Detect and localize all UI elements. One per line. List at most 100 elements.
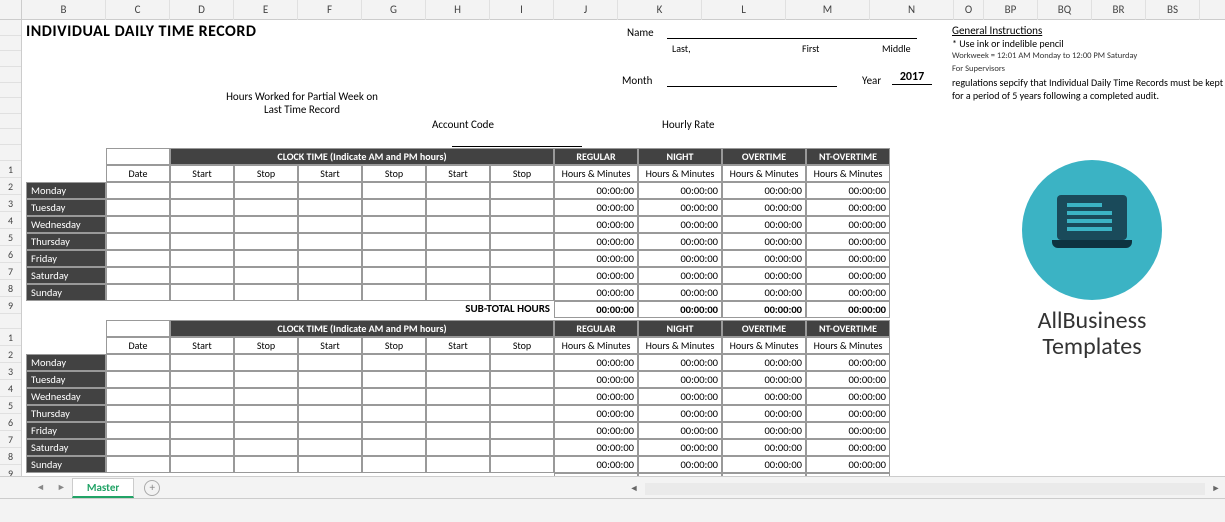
row-header[interactable]: 2 [0,346,21,363]
time-cell[interactable] [490,422,554,439]
time-cell[interactable] [170,354,234,371]
time-cell[interactable] [170,199,234,216]
hours-cell[interactable]: 00:00:00 [806,284,890,301]
hours-cell[interactable]: 00:00:00 [722,388,806,405]
row-header[interactable] [0,36,21,52]
date-cell[interactable] [106,233,170,250]
time-cell[interactable] [234,371,298,388]
time-cell[interactable] [362,405,426,422]
row-header[interactable]: 8 [0,448,21,465]
row-header[interactable]: 1 [0,329,21,346]
time-cell[interactable] [298,456,362,473]
hours-cell[interactable]: 00:00:00 [554,354,638,371]
hours-cell[interactable]: 00:00:00 [638,388,722,405]
time-cell[interactable] [298,182,362,199]
hours-cell[interactable]: 00:00:00 [722,354,806,371]
time-cell[interactable] [490,250,554,267]
time-cell[interactable] [426,354,490,371]
date-cell[interactable] [106,284,170,301]
hours-cell[interactable]: 00:00:00 [722,182,806,199]
time-cell[interactable] [426,456,490,473]
hours-cell[interactable]: 00:00:00 [722,233,806,250]
hours-cell[interactable]: 00:00:00 [554,405,638,422]
hours-cell[interactable]: 00:00:00 [722,284,806,301]
time-cell[interactable] [298,199,362,216]
date-cell[interactable] [106,182,170,199]
time-cell[interactable] [490,439,554,456]
time-cell[interactable] [426,284,490,301]
row-header[interactable]: 7 [0,431,21,448]
hours-cell[interactable]: 00:00:00 [638,233,722,250]
hours-cell[interactable]: 00:00:00 [722,216,806,233]
row-header[interactable]: 7 [0,263,21,280]
time-cell[interactable] [298,354,362,371]
row-header[interactable] [0,129,21,145]
row-header[interactable]: 3 [0,195,21,212]
time-cell[interactable] [426,371,490,388]
time-cell[interactable] [490,199,554,216]
time-cell[interactable] [362,182,426,199]
time-cell[interactable] [234,388,298,405]
time-cell[interactable] [362,267,426,284]
time-cell[interactable] [170,216,234,233]
time-cell[interactable] [362,250,426,267]
date-cell[interactable] [106,388,170,405]
hours-cell[interactable]: 00:00:00 [554,388,638,405]
hours-cell[interactable]: 00:00:00 [722,422,806,439]
time-cell[interactable] [234,456,298,473]
time-cell[interactable] [490,233,554,250]
tab-prev-icon[interactable]: ◄ [36,482,45,493]
row-header[interactable]: 5 [0,229,21,246]
time-cell[interactable] [490,456,554,473]
date-cell[interactable] [106,371,170,388]
row-header[interactable] [0,51,21,67]
time-cell[interactable] [298,439,362,456]
column-header[interactable]: BQ [1038,0,1092,20]
row-header[interactable] [0,114,21,130]
row-header[interactable]: 1 [0,161,21,178]
time-cell[interactable] [490,216,554,233]
row-header[interactable] [0,20,21,36]
time-cell[interactable] [426,405,490,422]
spreadsheet-body[interactable]: INDIVIDUAL DAILY TIME RECORD Name Last, … [22,20,1225,498]
row-header[interactable] [0,314,21,330]
hours-cell[interactable]: 00:00:00 [806,456,890,473]
time-cell[interactable] [362,199,426,216]
date-cell[interactable] [106,456,170,473]
time-cell[interactable] [426,199,490,216]
column-header[interactable]: O [954,0,984,20]
hours-cell[interactable]: 00:00:00 [638,250,722,267]
hours-cell[interactable]: 00:00:00 [554,216,638,233]
time-cell[interactable] [362,388,426,405]
time-cell[interactable] [362,284,426,301]
column-header[interactable]: BR [1092,0,1146,20]
hours-cell[interactable]: 00:00:00 [554,267,638,284]
column-header[interactable]: I [490,0,554,20]
time-cell[interactable] [298,216,362,233]
column-header[interactable]: BS [1146,0,1200,20]
column-header[interactable]: E [234,0,298,20]
time-cell[interactable] [234,354,298,371]
time-cell[interactable] [490,371,554,388]
time-cell[interactable] [170,422,234,439]
row-header[interactable]: 8 [0,280,21,297]
row-header[interactable] [0,145,21,161]
time-cell[interactable] [234,439,298,456]
date-cell[interactable] [106,354,170,371]
time-cell[interactable] [298,405,362,422]
time-cell[interactable] [490,284,554,301]
time-cell[interactable] [298,250,362,267]
column-header[interactable]: N [870,0,954,20]
time-cell[interactable] [362,439,426,456]
column-header[interactable]: L [702,0,786,20]
column-header[interactable]: K [618,0,702,20]
date-cell[interactable] [106,216,170,233]
hours-cell[interactable]: 00:00:00 [722,267,806,284]
time-cell[interactable] [234,216,298,233]
time-cell[interactable] [490,354,554,371]
hours-cell[interactable]: 00:00:00 [638,267,722,284]
hours-cell[interactable]: 00:00:00 [638,182,722,199]
hours-cell[interactable]: 00:00:00 [638,371,722,388]
time-cell[interactable] [362,371,426,388]
time-cell[interactable] [426,250,490,267]
